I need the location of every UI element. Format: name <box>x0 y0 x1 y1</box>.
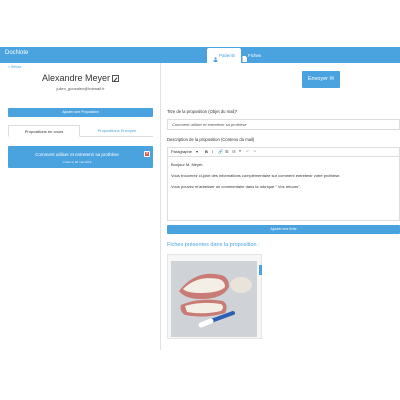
proposition-date: Créée le 06 mai 2019 <box>62 160 92 164</box>
patient-email: julien_gonzalez@hotmail.fr <box>56 86 105 91</box>
paragraph-style-select[interactable]: Paragraphe <box>171 148 192 156</box>
bullet-list-icon[interactable]: ☰ <box>225 148 229 156</box>
title-input[interactable]: Comment utiliser et entretenir sa prothè… <box>167 119 400 130</box>
description-label: Description de la proposition (Contenu d… <box>167 137 255 142</box>
tab-patients-label: Patients <box>219 53 236 58</box>
bold-button[interactable]: B <box>205 148 208 156</box>
edit-icon[interactable] <box>112 75 120 83</box>
greeting-line: Bonjour M. Meyer, <box>171 162 204 167</box>
italic-button[interactable]: I <box>212 148 213 156</box>
tab-propositions-envoyees[interactable]: Propositions Envoyée <box>81 125 153 137</box>
add-proposition-button[interactable]: Ajouter une Proposition <box>8 108 153 117</box>
body-line-1: Vous trouverez ci-joint des informations… <box>171 173 341 178</box>
delete-icon[interactable]: × <box>144 151 150 157</box>
proposition-title: Comment utiliser et entretenir sa prothè… <box>35 152 119 157</box>
title-label: Titre de la proposition (Objet du mail)* <box>167 109 238 114</box>
body-line-2: Vous pouvez m'adresser un commentaire da… <box>171 184 301 189</box>
undo-icon[interactable]: ↶ <box>246 148 249 156</box>
link-icon[interactable]: 🔗 <box>218 148 223 156</box>
back-link[interactable]: < Retour <box>8 65 22 69</box>
patient-panel: < Retour Alexandre Meyer julien_gonzalez… <box>0 63 161 350</box>
send-button[interactable]: Envoyer ✉ <box>302 71 340 88</box>
users-icon <box>213 53 218 63</box>
fiche-card[interactable] <box>167 254 262 339</box>
fiches-section-title: Fiches présentes dans la proposition : <box>167 242 260 248</box>
proposition-editor-panel: Envoyer ✉ Titre de la proposition (Objet… <box>162 63 400 350</box>
add-fiche-button[interactable]: Ajouter une fiche <box>167 225 400 234</box>
proposition-tabs: Propositions en cours Propositions Envoy… <box>8 125 153 137</box>
top-navbar: DocNote Patients Fiches <box>0 47 400 63</box>
tab-fiches-label: Fiches <box>248 53 262 58</box>
fiche-tag <box>259 265 262 275</box>
patient-header: Alexandre Meyer <box>0 73 161 83</box>
tab-fiches[interactable]: Fiches <box>236 48 267 63</box>
denture-image <box>171 261 257 337</box>
description-editor[interactable]: Paragraphe ▾ B I 🔗 ☰ ☷ ❝ ↶ ↷ Bonjour M. … <box>167 147 400 221</box>
redo-icon[interactable]: ↷ <box>253 148 256 156</box>
proposition-item[interactable]: Comment utiliser et entretenir sa prothè… <box>8 146 153 168</box>
patient-name: Alexandre Meyer <box>41 73 111 83</box>
document-icon <box>242 53 247 63</box>
chevron-down-icon[interactable]: ▾ <box>196 148 198 156</box>
tab-propositions-en-cours[interactable]: Propositions en cours <box>8 125 80 137</box>
editor-toolbar: Paragraphe ▾ B I 🔗 ☰ ☷ ❝ ↶ ↷ <box>168 148 399 157</box>
editor-content[interactable]: Bonjour M. Meyer, Vous trouverez ci-join… <box>168 157 399 200</box>
app-brand[interactable]: DocNote <box>5 50 28 56</box>
numbered-list-icon[interactable]: ☷ <box>232 148 236 156</box>
quote-icon[interactable]: ❝ <box>239 148 241 156</box>
